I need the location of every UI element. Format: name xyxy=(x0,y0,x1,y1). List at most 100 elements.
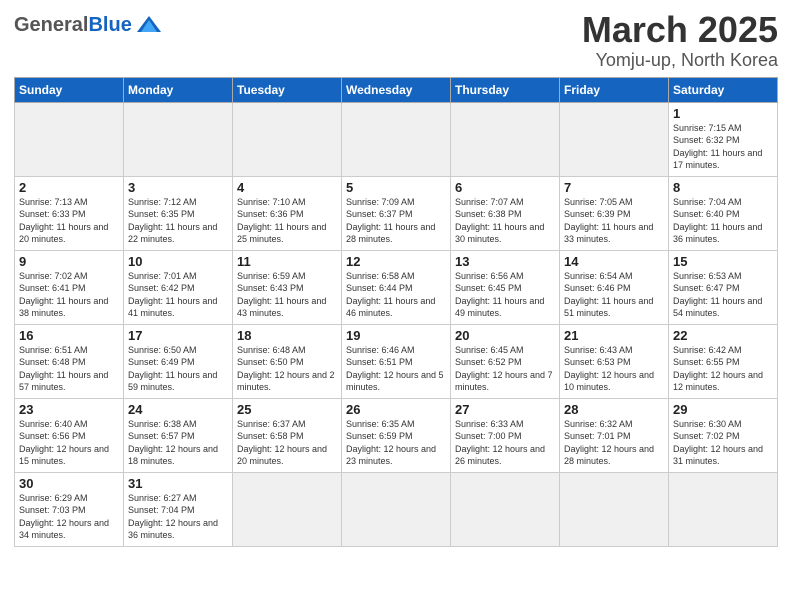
calendar-day-cell xyxy=(451,472,560,546)
calendar-day-cell: 11Sunrise: 6:59 AM Sunset: 6:43 PM Dayli… xyxy=(233,250,342,324)
day-info: Sunrise: 7:10 AM Sunset: 6:36 PM Dayligh… xyxy=(237,196,337,246)
calendar-day-cell: 15Sunrise: 6:53 AM Sunset: 6:47 PM Dayli… xyxy=(669,250,778,324)
day-number: 11 xyxy=(237,254,337,269)
day-info: Sunrise: 7:01 AM Sunset: 6:42 PM Dayligh… xyxy=(128,270,228,320)
day-number: 19 xyxy=(346,328,446,343)
day-number: 25 xyxy=(237,402,337,417)
page: GeneralBlue March 2025 Yomju-up, North K… xyxy=(0,0,792,612)
col-monday: Monday xyxy=(124,77,233,102)
day-info: Sunrise: 6:38 AM Sunset: 6:57 PM Dayligh… xyxy=(128,418,228,468)
col-thursday: Thursday xyxy=(451,77,560,102)
day-number: 12 xyxy=(346,254,446,269)
day-info: Sunrise: 7:07 AM Sunset: 6:38 PM Dayligh… xyxy=(455,196,555,246)
day-info: Sunrise: 6:50 AM Sunset: 6:49 PM Dayligh… xyxy=(128,344,228,394)
calendar-day-cell: 25Sunrise: 6:37 AM Sunset: 6:58 PM Dayli… xyxy=(233,398,342,472)
day-info: Sunrise: 7:12 AM Sunset: 6:35 PM Dayligh… xyxy=(128,196,228,246)
day-info: Sunrise: 7:04 AM Sunset: 6:40 PM Dayligh… xyxy=(673,196,773,246)
day-number: 14 xyxy=(564,254,664,269)
month-title: March 2025 xyxy=(582,10,778,50)
calendar-day-cell xyxy=(233,102,342,176)
day-info: Sunrise: 7:13 AM Sunset: 6:33 PM Dayligh… xyxy=(19,196,119,246)
day-info: Sunrise: 6:53 AM Sunset: 6:47 PM Dayligh… xyxy=(673,270,773,320)
day-number: 6 xyxy=(455,180,555,195)
calendar-day-cell: 27Sunrise: 6:33 AM Sunset: 7:00 PM Dayli… xyxy=(451,398,560,472)
day-info: Sunrise: 6:40 AM Sunset: 6:56 PM Dayligh… xyxy=(19,418,119,468)
calendar-day-cell: 23Sunrise: 6:40 AM Sunset: 6:56 PM Dayli… xyxy=(15,398,124,472)
calendar-day-cell: 13Sunrise: 6:56 AM Sunset: 6:45 PM Dayli… xyxy=(451,250,560,324)
day-number: 22 xyxy=(673,328,773,343)
calendar-day-cell: 14Sunrise: 6:54 AM Sunset: 6:46 PM Dayli… xyxy=(560,250,669,324)
day-info: Sunrise: 6:43 AM Sunset: 6:53 PM Dayligh… xyxy=(564,344,664,394)
calendar-week-row: 30Sunrise: 6:29 AM Sunset: 7:03 PM Dayli… xyxy=(15,472,778,546)
calendar-day-cell: 22Sunrise: 6:42 AM Sunset: 6:55 PM Dayli… xyxy=(669,324,778,398)
calendar-day-cell xyxy=(560,472,669,546)
calendar-day-cell: 24Sunrise: 6:38 AM Sunset: 6:57 PM Dayli… xyxy=(124,398,233,472)
day-number: 13 xyxy=(455,254,555,269)
day-number: 18 xyxy=(237,328,337,343)
calendar-day-cell: 21Sunrise: 6:43 AM Sunset: 6:53 PM Dayli… xyxy=(560,324,669,398)
day-info: Sunrise: 6:32 AM Sunset: 7:01 PM Dayligh… xyxy=(564,418,664,468)
calendar-day-cell: 16Sunrise: 6:51 AM Sunset: 6:48 PM Dayli… xyxy=(15,324,124,398)
day-number: 8 xyxy=(673,180,773,195)
day-number: 21 xyxy=(564,328,664,343)
header: GeneralBlue March 2025 Yomju-up, North K… xyxy=(14,10,778,71)
day-info: Sunrise: 6:30 AM Sunset: 7:02 PM Dayligh… xyxy=(673,418,773,468)
calendar-day-cell: 17Sunrise: 6:50 AM Sunset: 6:49 PM Dayli… xyxy=(124,324,233,398)
calendar-day-cell xyxy=(451,102,560,176)
calendar-day-cell xyxy=(124,102,233,176)
day-info: Sunrise: 6:42 AM Sunset: 6:55 PM Dayligh… xyxy=(673,344,773,394)
day-info: Sunrise: 7:15 AM Sunset: 6:32 PM Dayligh… xyxy=(673,122,773,172)
calendar-day-cell: 8Sunrise: 7:04 AM Sunset: 6:40 PM Daylig… xyxy=(669,176,778,250)
calendar-week-row: 2Sunrise: 7:13 AM Sunset: 6:33 PM Daylig… xyxy=(15,176,778,250)
calendar-day-cell: 26Sunrise: 6:35 AM Sunset: 6:59 PM Dayli… xyxy=(342,398,451,472)
day-number: 31 xyxy=(128,476,228,491)
day-info: Sunrise: 6:56 AM Sunset: 6:45 PM Dayligh… xyxy=(455,270,555,320)
day-number: 3 xyxy=(128,180,228,195)
day-info: Sunrise: 6:29 AM Sunset: 7:03 PM Dayligh… xyxy=(19,492,119,542)
calendar-day-cell: 30Sunrise: 6:29 AM Sunset: 7:03 PM Dayli… xyxy=(15,472,124,546)
day-info: Sunrise: 6:33 AM Sunset: 7:00 PM Dayligh… xyxy=(455,418,555,468)
calendar-table: Sunday Monday Tuesday Wednesday Thursday… xyxy=(14,77,778,547)
calendar-day-cell: 3Sunrise: 7:12 AM Sunset: 6:35 PM Daylig… xyxy=(124,176,233,250)
day-info: Sunrise: 6:37 AM Sunset: 6:58 PM Dayligh… xyxy=(237,418,337,468)
location-subtitle: Yomju-up, North Korea xyxy=(582,50,778,71)
calendar-day-cell: 2Sunrise: 7:13 AM Sunset: 6:33 PM Daylig… xyxy=(15,176,124,250)
day-info: Sunrise: 6:48 AM Sunset: 6:50 PM Dayligh… xyxy=(237,344,337,394)
day-info: Sunrise: 6:45 AM Sunset: 6:52 PM Dayligh… xyxy=(455,344,555,394)
calendar-day-cell: 31Sunrise: 6:27 AM Sunset: 7:04 PM Dayli… xyxy=(124,472,233,546)
calendar-day-cell: 18Sunrise: 6:48 AM Sunset: 6:50 PM Dayli… xyxy=(233,324,342,398)
day-number: 2 xyxy=(19,180,119,195)
day-info: Sunrise: 6:46 AM Sunset: 6:51 PM Dayligh… xyxy=(346,344,446,394)
day-number: 10 xyxy=(128,254,228,269)
calendar-day-cell: 28Sunrise: 6:32 AM Sunset: 7:01 PM Dayli… xyxy=(560,398,669,472)
calendar-day-cell xyxy=(342,472,451,546)
day-number: 26 xyxy=(346,402,446,417)
col-wednesday: Wednesday xyxy=(342,77,451,102)
calendar-day-cell: 29Sunrise: 6:30 AM Sunset: 7:02 PM Dayli… xyxy=(669,398,778,472)
day-number: 29 xyxy=(673,402,773,417)
calendar-day-cell: 4Sunrise: 7:10 AM Sunset: 6:36 PM Daylig… xyxy=(233,176,342,250)
day-number: 23 xyxy=(19,402,119,417)
calendar-day-cell: 12Sunrise: 6:58 AM Sunset: 6:44 PM Dayli… xyxy=(342,250,451,324)
calendar-day-cell xyxy=(669,472,778,546)
calendar-day-cell: 20Sunrise: 6:45 AM Sunset: 6:52 PM Dayli… xyxy=(451,324,560,398)
calendar-day-cell xyxy=(342,102,451,176)
logo: GeneralBlue xyxy=(14,14,163,36)
col-saturday: Saturday xyxy=(669,77,778,102)
day-number: 15 xyxy=(673,254,773,269)
day-number: 20 xyxy=(455,328,555,343)
logo-icon xyxy=(135,14,163,36)
day-number: 9 xyxy=(19,254,119,269)
col-friday: Friday xyxy=(560,77,669,102)
logo-general-text: General xyxy=(14,15,88,35)
calendar-day-cell xyxy=(233,472,342,546)
day-number: 24 xyxy=(128,402,228,417)
calendar-header-row: Sunday Monday Tuesday Wednesday Thursday… xyxy=(15,77,778,102)
col-sunday: Sunday xyxy=(15,77,124,102)
logo-blue-text: Blue xyxy=(88,15,131,35)
day-info: Sunrise: 7:02 AM Sunset: 6:41 PM Dayligh… xyxy=(19,270,119,320)
day-info: Sunrise: 6:59 AM Sunset: 6:43 PM Dayligh… xyxy=(237,270,337,320)
calendar-day-cell: 9Sunrise: 7:02 AM Sunset: 6:41 PM Daylig… xyxy=(15,250,124,324)
calendar-day-cell: 19Sunrise: 6:46 AM Sunset: 6:51 PM Dayli… xyxy=(342,324,451,398)
day-number: 16 xyxy=(19,328,119,343)
